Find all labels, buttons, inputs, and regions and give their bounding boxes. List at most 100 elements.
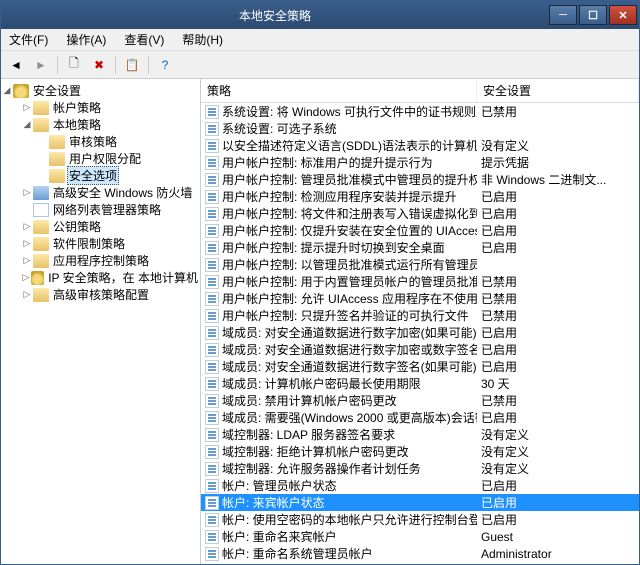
policy-cell: 域控制器: 允许服务器操作者计划任务 <box>201 460 477 477</box>
tree-node[interactable]: ▷高级安全 Windows 防火墙 <box>1 184 200 201</box>
policy-row[interactable]: 用户帐户控制: 管理员批准模式中管理员的提升权限提示的...非 Windows … <box>201 171 639 188</box>
policy-row[interactable]: 以安全描述符定义语言(SDDL)语法表示的计算机访问限制没有定义 <box>201 137 639 154</box>
minimize-button[interactable]: ─ <box>549 5 577 25</box>
policy-row[interactable]: 用户帐户控制: 用于内置管理员帐户的管理员批准模式已禁用 <box>201 273 639 290</box>
policy-row[interactable]: 帐户: 重命名系统管理员帐户Administrator <box>201 545 639 562</box>
tree-node[interactable]: ▷公钥策略 <box>1 218 200 235</box>
menu-file[interactable]: 文件(F) <box>5 29 52 50</box>
expand-icon[interactable]: ▷ <box>21 289 33 300</box>
setting-cell: 没有定义 <box>477 460 639 477</box>
tree-node[interactable]: ▷帐户策略 <box>1 99 200 116</box>
policy-icon <box>205 343 219 357</box>
setting-cell: 已禁用 <box>477 273 639 290</box>
setting-cell: 已禁用 <box>477 307 639 324</box>
refresh-icon[interactable]: 📋 <box>121 54 143 76</box>
menu-action[interactable]: 操作(A) <box>62 29 110 50</box>
tree-node[interactable]: 安全选项 <box>1 167 200 184</box>
expand-icon[interactable]: ◢ <box>21 119 33 130</box>
policy-list[interactable]: 策略 安全设置 系统设置: 将 Windows 可执行文件中的证书规则用于软件.… <box>201 79 639 564</box>
policy-cell: 用户帐户控制: 提示提升时切换到安全桌面 <box>201 239 477 256</box>
policy-row[interactable]: 域成员: 对安全通道数据进行数字签名(如果可能)已启用 <box>201 358 639 375</box>
policy-row[interactable]: 域成员: 需要强(Windows 2000 或更高版本)会话密钥已启用 <box>201 409 639 426</box>
policy-icon <box>205 173 219 187</box>
policy-icon <box>205 547 219 561</box>
policy-icon <box>205 411 219 425</box>
forward-button[interactable]: ► <box>30 54 52 76</box>
folder-icon <box>33 118 49 132</box>
expand-icon[interactable]: ▷ <box>21 221 33 232</box>
expand-icon[interactable]: ▷ <box>21 272 31 283</box>
policy-cell: 系统设置: 可选子系统 <box>201 120 477 137</box>
tree-node[interactable]: ▷IP 安全策略，在 本地计算机 <box>1 269 200 286</box>
policy-row[interactable]: 帐户: 来宾帐户状态已启用 <box>201 494 639 511</box>
policy-row[interactable]: 帐户: 使用空密码的本地帐户只允许进行控制台登录已启用 <box>201 511 639 528</box>
expand-icon[interactable]: ▷ <box>21 238 33 249</box>
window-titlebar: 本地安全策略 ─ ☐ ✕ <box>1 1 639 29</box>
policy-cell: 域成员: 禁用计算机帐户密码更改 <box>201 392 477 409</box>
policy-row[interactable]: 帐户: 重命名来宾帐户Guest <box>201 528 639 545</box>
maximize-button[interactable]: ☐ <box>579 5 607 25</box>
tree-node[interactable]: ▷高级审核策略配置 <box>1 286 200 303</box>
setting-cell: 没有定义 <box>477 137 639 154</box>
expand-icon[interactable]: ▷ <box>21 102 33 113</box>
back-button[interactable]: ◄ <box>5 54 27 76</box>
policy-row[interactable]: 域成员: 对安全通道数据进行数字加密或数字签名(始终)已启用 <box>201 341 639 358</box>
tree-node[interactable]: 用户权限分配 <box>1 150 200 167</box>
close-button[interactable]: ✕ <box>609 5 637 25</box>
policy-row[interactable]: 域成员: 禁用计算机帐户密码更改已禁用 <box>201 392 639 409</box>
policy-row[interactable]: 用户帐户控制: 仅提升安装在安全位置的 UIAccess 应用程序已启用 <box>201 222 639 239</box>
policy-cell: 用户帐户控制: 用于内置管理员帐户的管理员批准模式 <box>201 273 477 290</box>
policy-cell: 域控制器: LDAP 服务器签名要求 <box>201 426 477 443</box>
help-icon[interactable]: ? <box>154 54 176 76</box>
expand-icon[interactable]: ▷ <box>21 187 33 198</box>
tree-node[interactable]: ◢本地策略 <box>1 116 200 133</box>
expand-icon[interactable]: ▷ <box>21 255 33 266</box>
tree-root[interactable]: ◢安全设置 <box>1 82 200 99</box>
setting-cell: 已禁用 <box>477 392 639 409</box>
policy-icon <box>205 360 219 374</box>
list-header: 策略 安全设置 <box>201 79 639 103</box>
toolbar: ◄ ► 🗋 ✖ 📋 ? <box>1 51 639 79</box>
policy-row[interactable]: 域控制器: 允许服务器操作者计划任务没有定义 <box>201 460 639 477</box>
policy-row[interactable]: 帐户: 阻止 Microsoft 帐户没有定义 <box>201 562 639 564</box>
policy-cell: 以安全描述符定义语言(SDDL)语法表示的计算机访问限制 <box>201 137 477 154</box>
policy-cell: 帐户: 使用空密码的本地帐户只允许进行控制台登录 <box>201 511 477 528</box>
tree-node[interactable]: ▷应用程序控制策略 <box>1 252 200 269</box>
policy-cell: 用户帐户控制: 仅提升安装在安全位置的 UIAccess 应用程序 <box>201 222 477 239</box>
menu-view[interactable]: 查看(V) <box>120 29 168 50</box>
export-icon[interactable]: 🗋 <box>63 54 85 76</box>
policy-row[interactable]: 域成员: 对安全通道数据进行数字加密(如果可能)已启用 <box>201 324 639 341</box>
tree-node[interactable]: 审核策略 <box>1 133 200 150</box>
tree-node[interactable]: 网络列表管理器策略 <box>1 201 200 218</box>
policy-row[interactable]: 用户帐户控制: 将文件和注册表写入错误虚拟化到每用户位置已启用 <box>201 205 639 222</box>
policy-row[interactable]: 域控制器: 拒绝计算机帐户密码更改没有定义 <box>201 443 639 460</box>
navigation-tree[interactable]: ◢安全设置▷帐户策略◢本地策略审核策略用户权限分配安全选项▷高级安全 Windo… <box>1 79 201 564</box>
column-setting[interactable]: 安全设置 <box>477 79 639 102</box>
policy-row[interactable]: 系统设置: 将 Windows 可执行文件中的证书规则用于软件...已禁用 <box>201 103 639 120</box>
lock-icon <box>13 84 29 98</box>
policy-row[interactable]: 用户帐户控制: 允许 UIAccess 应用程序在不使用安全桌面...已禁用 <box>201 290 639 307</box>
policy-row[interactable]: 帐户: 管理员帐户状态已启用 <box>201 477 639 494</box>
policy-row[interactable]: 用户帐户控制: 以管理员批准模式运行所有管理员 <box>201 256 639 273</box>
policy-icon <box>205 156 219 170</box>
delete-icon[interactable]: ✖ <box>88 54 110 76</box>
policy-row[interactable]: 用户帐户控制: 只提升签名并验证的可执行文件已禁用 <box>201 307 639 324</box>
policy-icon <box>205 105 219 119</box>
policy-row[interactable]: 域成员: 计算机帐户密码最长使用期限30 天 <box>201 375 639 392</box>
setting-cell: 30 天 <box>477 375 639 392</box>
policy-row[interactable]: 域控制器: LDAP 服务器签名要求没有定义 <box>201 426 639 443</box>
policy-row[interactable]: 用户帐户控制: 提示提升时切换到安全桌面已启用 <box>201 239 639 256</box>
setting-cell: 已启用 <box>477 188 639 205</box>
tree-node[interactable]: ▷软件限制策略 <box>1 235 200 252</box>
menu-help[interactable]: 帮助(H) <box>178 29 227 50</box>
policy-cell: 用户帐户控制: 以管理员批准模式运行所有管理员 <box>201 256 477 273</box>
policy-cell: 用户帐户控制: 只提升签名并验证的可执行文件 <box>201 307 477 324</box>
policy-icon <box>205 139 219 153</box>
policy-row[interactable]: 用户帐户控制: 标准用户的提升提示行为提示凭据 <box>201 154 639 171</box>
expand-icon[interactable]: ◢ <box>1 85 13 96</box>
column-policy[interactable]: 策略 <box>201 79 477 102</box>
setting-cell: 已启用 <box>477 222 639 239</box>
policy-row[interactable]: 用户帐户控制: 检测应用程序安装并提示提升已启用 <box>201 188 639 205</box>
setting-cell: 已启用 <box>477 341 639 358</box>
policy-row[interactable]: 系统设置: 可选子系统 <box>201 120 639 137</box>
